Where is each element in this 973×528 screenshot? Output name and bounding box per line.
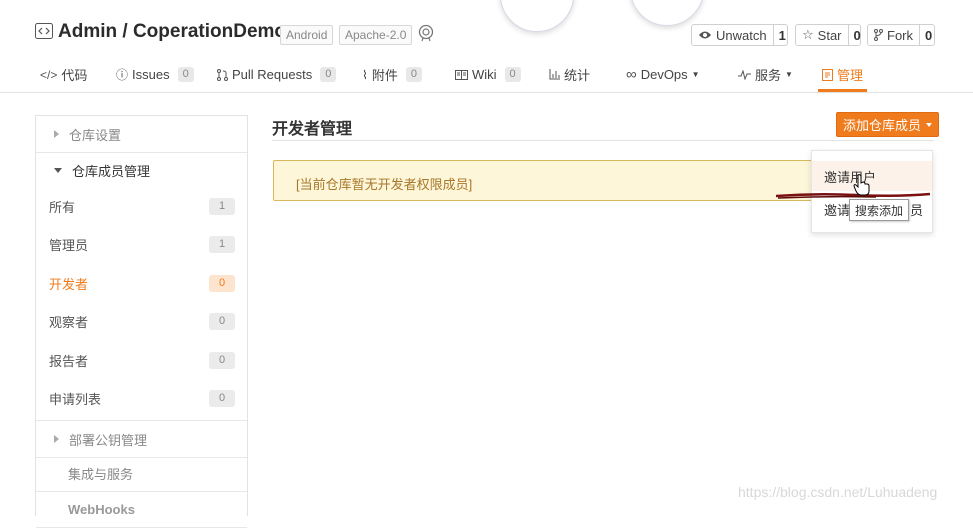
sidebar-item-label: 观察者	[49, 314, 89, 330]
sidebar-item-label: 申请列表	[49, 391, 102, 407]
watch-label: Unwatch	[716, 27, 767, 43]
tooltip: 搜索添加	[849, 199, 910, 221]
sidebar-deploy-keys[interactable]: 部署公钥管理	[36, 420, 247, 458]
tab-statistics[interactable]: 统计	[549, 58, 590, 91]
pull-request-icon	[217, 68, 228, 81]
sidebar-item-reporters[interactable]: 报告者 0	[49, 345, 235, 375]
sidebar-label: 仓库成员管理	[72, 163, 151, 179]
chevron-right-icon	[54, 435, 59, 443]
sidebar-item-developers[interactable]: 开发者 0	[49, 268, 235, 298]
settings-doc-icon	[822, 68, 833, 81]
settings-sidebar: 仓库设置 仓库成员管理 所有 1 管理员 1 开发者 0 观察者 0 报告者 0…	[35, 115, 248, 528]
caret-down-icon: ▼	[691, 70, 700, 79]
title-divider	[272, 140, 934, 141]
infinity-icon: ∞	[626, 66, 637, 83]
star-icon: ☆	[802, 27, 814, 42]
tab-attachments[interactable]: ⌇ 附件 0	[362, 58, 422, 91]
sidebar-item-label: 报告者	[49, 353, 89, 369]
sidebar-member-management[interactable]: 仓库成员管理	[36, 152, 247, 188]
fork-button[interactable]: Fork 0	[867, 24, 935, 46]
star-button[interactable]: ☆ Star 0	[795, 24, 861, 46]
invite-search-label: 邀请	[824, 202, 851, 218]
invite-user-item[interactable]: 邀请用户	[812, 161, 932, 191]
caret-down-icon: ▼	[785, 70, 793, 79]
sidebar-label: 部署公钥管理	[69, 432, 148, 448]
star-label: Star	[817, 27, 842, 43]
sidebar-item-applications[interactable]: 申请列表 0	[49, 383, 235, 413]
repo-header: Admin / CoperationDemo Android Apache-2.…	[0, 0, 973, 93]
tab-label: 附件	[371, 68, 398, 83]
issue-icon: ⓘ	[116, 68, 129, 82]
bar-chart-icon	[549, 69, 560, 80]
sidebar-webhooks[interactable]: WebHooks	[36, 492, 247, 528]
fork-icon	[874, 29, 883, 41]
tab-count: 0	[405, 67, 422, 82]
caret-down-icon	[926, 122, 933, 127]
tab-label: 服务	[755, 68, 782, 83]
hand-cursor-icon	[853, 174, 870, 196]
tab-count: 0	[320, 67, 337, 82]
tab-settings[interactable]: 管理	[817, 58, 868, 92]
chevron-right-icon	[54, 130, 59, 138]
watch-button[interactable]: Unwatch 1	[691, 24, 788, 46]
sidebar-label: 仓库设置	[69, 127, 122, 143]
book-icon	[455, 69, 468, 80]
tab-label: 统计	[564, 68, 591, 83]
watch-count: 1	[772, 25, 791, 45]
add-member-label: 添加仓库成员	[843, 118, 922, 133]
tab-label: 管理	[837, 68, 864, 83]
sidebar-item-observers[interactable]: 观察者 0	[49, 306, 235, 336]
pulse-icon	[738, 69, 751, 80]
sidebar-repo-settings[interactable]: 仓库设置	[36, 116, 247, 153]
tab-label: Pull Requests	[232, 67, 313, 82]
sidebar-item-label: 所有	[49, 199, 76, 215]
watermark: https://blog.csdn.net/Luhuadeng	[738, 484, 938, 500]
tab-issues[interactable]: ⓘ Issues 0	[116, 58, 194, 91]
tab-label: Wiki	[472, 67, 497, 82]
fork-count: 0	[919, 25, 937, 45]
tab-pull-requests[interactable]: Pull Requests 0	[217, 58, 337, 91]
sidebar-item-count: 0	[209, 312, 235, 330]
repo-code-icon	[35, 23, 53, 39]
sidebar-item-admins[interactable]: 管理员 1	[49, 229, 235, 259]
eye-icon	[699, 31, 711, 39]
language-tag[interactable]: Android	[280, 25, 334, 45]
tab-label: DevOps	[640, 67, 688, 82]
repo-title[interactable]: Admin / CoperationDemo	[58, 21, 286, 43]
tab-wiki[interactable]: Wiki 0	[455, 58, 521, 91]
sidebar-item-count: 0	[209, 274, 235, 292]
logo-decoration	[500, 0, 574, 32]
sidebar-item-count: 0	[209, 351, 235, 369]
tab-label: Issues	[132, 67, 170, 82]
sidebar-item-count: 1	[209, 235, 235, 253]
empty-notice-text: [当前仓库暂无开发者权限成员]	[296, 177, 473, 192]
sidebar-integrations[interactable]: 集成与服务	[36, 456, 247, 492]
tab-count: 0	[504, 67, 521, 82]
fork-label: Fork	[887, 27, 913, 43]
code-icon: </>	[40, 67, 58, 82]
tab-services[interactable]: 服务 ▼	[738, 58, 793, 91]
tab-count: 0	[177, 67, 194, 82]
star-count: 0	[847, 25, 866, 45]
invite-search-suffix: 员	[910, 202, 924, 218]
sidebar-item-label: 管理员	[49, 237, 89, 253]
sidebar-item-count: 0	[209, 389, 235, 407]
sidebar-item-label: 开发者	[49, 276, 89, 292]
page-title: 开发者管理	[272, 121, 353, 138]
paperclip-icon: ⌇	[362, 67, 368, 82]
sidebar-item-all[interactable]: 所有 1	[49, 191, 235, 221]
license-tag[interactable]: Apache-2.0	[339, 25, 413, 45]
tab-devops[interactable]: ∞ DevOps ▼	[626, 58, 700, 91]
certificate-icon[interactable]	[417, 24, 435, 42]
sidebar-item-count: 1	[209, 197, 235, 215]
chevron-down-icon	[54, 167, 62, 173]
tab-label: 代码	[61, 68, 88, 83]
add-member-button[interactable]: 添加仓库成员	[836, 112, 940, 137]
logo-decoration	[630, 0, 704, 26]
tab-code[interactable]: </> 代码	[40, 58, 87, 91]
